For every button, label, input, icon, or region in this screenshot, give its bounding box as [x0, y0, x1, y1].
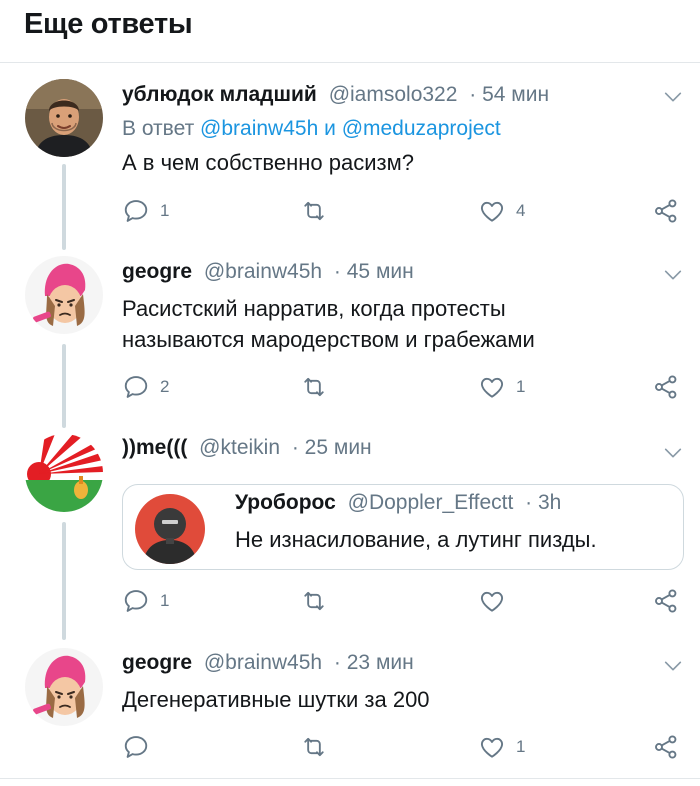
quoted-avatar: [135, 494, 205, 564]
like-count: 4: [516, 201, 526, 220]
heart-icon: [478, 733, 506, 761]
tweet-text-line: Расистский нарратив, когда протесты: [122, 296, 506, 321]
retweet-icon: [300, 197, 328, 225]
reply-button[interactable]: [122, 732, 160, 762]
tweet-time[interactable]: · 25 мин: [292, 436, 372, 459]
retweet-icon: [300, 733, 328, 761]
mention-link[interactable]: @meduzaproject: [342, 117, 501, 140]
retweet-button[interactable]: [300, 586, 338, 616]
tweet-time[interactable]: · 54 мин: [469, 83, 549, 106]
tweet-header: geogre @brainw45h · 23 мин: [122, 651, 414, 675]
author-handle[interactable]: @iamsolo322: [329, 83, 458, 106]
quoted-time: · 3h: [525, 491, 562, 514]
like-button[interactable]: [478, 586, 516, 616]
like-count: 1: [516, 737, 526, 756]
reply-prefix: В ответ: [122, 117, 195, 140]
like-count: 1: [516, 377, 526, 396]
reply-icon: [122, 197, 150, 225]
author-handle[interactable]: @kteikin: [199, 436, 280, 459]
retweet-icon: [300, 373, 328, 401]
thread-line: [62, 344, 66, 428]
like-button[interactable]: 1: [478, 372, 525, 402]
reply-context: В ответ @brainw45h и @meduzaproject: [122, 117, 501, 141]
author-name[interactable]: geogre: [122, 651, 192, 674]
avatar[interactable]: [25, 256, 103, 334]
tweet-text: Дегенеративные шутки за 200: [122, 687, 430, 712]
page-title: Еще ответы: [24, 8, 193, 40]
share-icon: [652, 197, 680, 225]
heart-icon: [478, 197, 506, 225]
tweet-actions: 1: [122, 732, 688, 762]
avatar[interactable]: [25, 79, 103, 157]
quoted-header: Уроборос @Doppler_Effectt · 3h: [235, 491, 561, 515]
share-icon: [652, 587, 680, 615]
reply-button[interactable]: 1: [122, 586, 169, 616]
author-name[interactable]: ублюдок младший: [122, 83, 317, 106]
thread-line: [62, 522, 66, 640]
avatar[interactable]: [25, 434, 103, 512]
author-handle[interactable]: @brainw45h: [204, 651, 322, 674]
quoted-author-handle: @Doppler_Effectt: [347, 491, 514, 514]
quoted-tweet-card[interactable]: Уроборос @Doppler_Effectt · 3h Не изнаси…: [122, 484, 684, 570]
retweet-icon: [300, 587, 328, 615]
mention-link[interactable]: @brainw45h: [200, 117, 318, 140]
tweet-time[interactable]: · 45 мин: [334, 260, 414, 283]
author-name[interactable]: ))me(((: [122, 436, 187, 459]
share-icon: [652, 733, 680, 761]
chevron-down-icon[interactable]: [662, 264, 684, 286]
retweet-button[interactable]: [300, 732, 338, 762]
heart-icon: [478, 373, 506, 401]
tweet-actions: 1 4: [122, 196, 688, 226]
reply-icon: [122, 587, 150, 615]
avatar[interactable]: [25, 648, 103, 726]
tweet-actions: 1: [122, 586, 688, 616]
reply-button[interactable]: 1: [122, 196, 169, 226]
tweet-actions: 2 1: [122, 372, 688, 402]
quoted-text: Не изнасилование, а лутинг пизды.: [235, 527, 597, 552]
reply-button[interactable]: 2: [122, 372, 169, 402]
quoted-author-name: Уроборос: [235, 491, 336, 514]
chevron-down-icon[interactable]: [662, 86, 684, 108]
tweet-text-line: называются мародерством и грабежами: [122, 327, 535, 352]
reply-icon: [122, 373, 150, 401]
author-handle[interactable]: @brainw45h: [204, 260, 322, 283]
reply-count: 1: [160, 201, 170, 220]
share-button[interactable]: [652, 196, 680, 226]
heart-icon: [478, 587, 506, 615]
retweet-button[interactable]: [300, 196, 338, 226]
thread-line: [62, 164, 66, 250]
divider: [0, 778, 700, 779]
author-name[interactable]: geogre: [122, 260, 192, 283]
tweet-header: ублюдок младший @iamsolo322 · 54 мин: [122, 83, 549, 107]
tweet-time[interactable]: · 23 мин: [334, 651, 414, 674]
chevron-down-icon[interactable]: [662, 655, 684, 677]
tweet-text: А в чем собственно расизм?: [122, 150, 414, 175]
divider: [0, 62, 700, 63]
like-button[interactable]: 1: [478, 732, 525, 762]
share-button[interactable]: [652, 372, 680, 402]
reply-join: и: [324, 117, 336, 140]
share-icon: [652, 373, 680, 401]
retweet-button[interactable]: [300, 372, 338, 402]
share-button[interactable]: [652, 586, 680, 616]
tweet-header: geogre @brainw45h · 45 мин: [122, 260, 414, 284]
share-button[interactable]: [652, 732, 680, 762]
chevron-down-icon[interactable]: [662, 442, 684, 464]
tweet-text: Расистский нарратив, когда протесты назы…: [122, 293, 672, 355]
reply-count: 2: [160, 377, 170, 396]
like-button[interactable]: 4: [478, 196, 525, 226]
reply-count: 1: [160, 591, 170, 610]
tweet-header: ))me((( @kteikin · 25 мин: [122, 436, 372, 460]
reply-icon: [122, 733, 150, 761]
